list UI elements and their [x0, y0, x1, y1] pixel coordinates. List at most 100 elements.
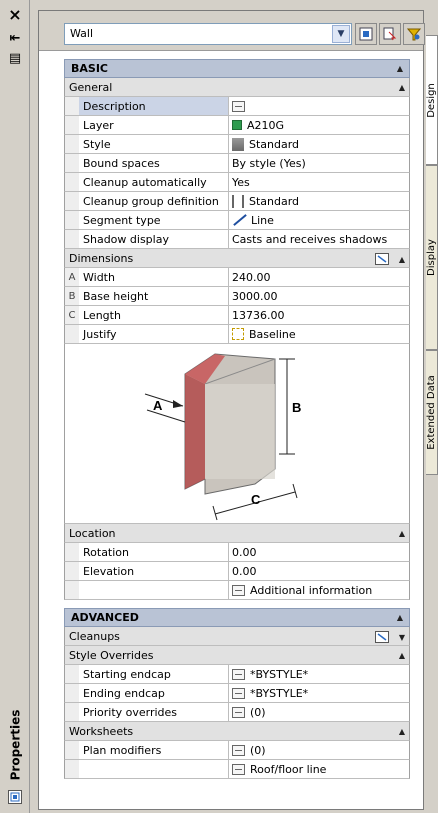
- endcap-icon: [232, 668, 245, 680]
- category-general[interactable]: General ▲: [64, 78, 410, 97]
- property-value[interactable]: 240.00: [229, 268, 409, 286]
- property-name: Plan modifiers: [79, 741, 229, 759]
- row-shadow-display[interactable]: Shadow display Casts and receives shadow…: [64, 230, 410, 249]
- row-rotation[interactable]: Rotation 0.00: [64, 543, 410, 562]
- property-value[interactable]: 0.00: [229, 543, 409, 561]
- property-name: Ending endcap: [79, 684, 229, 702]
- row-elevation[interactable]: Elevation 0.00: [64, 562, 410, 581]
- row-layer[interactable]: Layer A210G: [64, 116, 410, 135]
- row-bound-spaces[interactable]: Bound spaces By style (Yes): [64, 154, 410, 173]
- property-value[interactable]: Casts and receives shadows: [229, 230, 409, 248]
- doc-icon[interactable]: [232, 100, 245, 112]
- doc-icon[interactable]: [232, 584, 245, 596]
- palette-title: Properties: [8, 709, 23, 781]
- category-cleanups[interactable]: Cleanups ▼: [64, 627, 410, 646]
- property-name: Length: [79, 306, 229, 324]
- auto-hide-icon[interactable]: ⇤: [6, 30, 24, 46]
- category-style-overrides[interactable]: Style Overrides ▲: [64, 646, 410, 665]
- object-type-value: Wall: [70, 27, 94, 40]
- dimension-key: C: [65, 306, 79, 324]
- collapse-icon[interactable]: ▲: [399, 255, 405, 264]
- property-name: Priority overrides: [79, 703, 229, 721]
- collapse-icon[interactable]: ▲: [399, 727, 405, 736]
- row-cleanup-automatically[interactable]: Cleanup automatically Yes: [64, 173, 410, 192]
- row-justify[interactable]: Justify Baseline: [64, 325, 410, 344]
- collapse-icon[interactable]: ▲: [397, 64, 403, 73]
- property-value[interactable]: *BYSTYLE*: [229, 665, 409, 683]
- property-name: Starting endcap: [79, 665, 229, 683]
- collapse-icon[interactable]: ▲: [399, 529, 405, 538]
- row-style[interactable]: Style Standard: [64, 135, 410, 154]
- property-value[interactable]: 3000.00: [229, 287, 409, 305]
- quick-select-button[interactable]: [403, 23, 425, 45]
- property-value[interactable]: Additional information: [229, 581, 409, 599]
- tab-design[interactable]: Design: [426, 35, 438, 165]
- row-segment-type[interactable]: Segment type Line: [64, 211, 410, 230]
- property-value[interactable]: By style (Yes): [229, 154, 409, 172]
- wall-dimension-diagram: A B C: [64, 344, 410, 524]
- dimension-key: B: [65, 287, 79, 305]
- property-name: Elevation: [79, 562, 229, 580]
- category-location[interactable]: Location ▲: [64, 524, 410, 543]
- expand-icon[interactable]: ▼: [399, 633, 405, 642]
- pickadd-icon: [359, 27, 373, 41]
- property-value[interactable]: (0): [229, 703, 409, 721]
- property-value[interactable]: A210G: [229, 116, 409, 134]
- close-icon[interactable]: ×: [6, 5, 24, 24]
- row-plan-modifiers[interactable]: Plan modifiers (0): [64, 741, 410, 760]
- layer-color-icon: [232, 120, 242, 130]
- select-objects-button[interactable]: [379, 23, 401, 45]
- property-value[interactable]: Standard: [229, 135, 409, 153]
- property-name: Shadow display: [79, 230, 229, 248]
- row-additional-information[interactable]: Additional information: [64, 581, 410, 600]
- collapse-icon[interactable]: ▲: [397, 613, 403, 622]
- row-ending-endcap[interactable]: Ending endcap *BYSTYLE*: [64, 684, 410, 703]
- row-cleanup-group-definition[interactable]: Cleanup group definition Standard: [64, 192, 410, 211]
- doc-icon[interactable]: [232, 744, 245, 756]
- row-base-height[interactable]: B Base height 3000.00: [64, 287, 410, 306]
- collapse-icon[interactable]: ▲: [399, 651, 405, 660]
- property-value[interactable]: [229, 97, 409, 115]
- property-value[interactable]: 0.00: [229, 562, 409, 580]
- category-dimensions[interactable]: Dimensions ▲: [64, 249, 410, 268]
- quick-select-icon[interactable]: [8, 790, 22, 804]
- doc-icon[interactable]: [232, 763, 245, 775]
- category-worksheets-title: Worksheets: [69, 724, 134, 738]
- doc-icon[interactable]: [232, 706, 245, 718]
- property-value[interactable]: Standard: [229, 192, 409, 210]
- row-description[interactable]: Description: [64, 97, 410, 116]
- section-advanced[interactable]: ADVANCED ▲: [64, 608, 410, 627]
- property-value[interactable]: *BYSTYLE*: [229, 684, 409, 702]
- toggle-pickadd-button[interactable]: [355, 23, 377, 45]
- row-length[interactable]: C Length 13736.00: [64, 306, 410, 325]
- property-name: Rotation: [79, 543, 229, 561]
- tab-display[interactable]: Display: [426, 165, 438, 350]
- property-name: Description: [79, 97, 229, 115]
- property-value[interactable]: Yes: [229, 173, 409, 191]
- property-grid: BASIC ▲ General ▲ Description Layer A210…: [64, 59, 410, 779]
- cleanup-edit-icon[interactable]: [375, 630, 390, 643]
- property-value[interactable]: Baseline: [229, 325, 409, 343]
- dimension-edit-icon[interactable]: [375, 252, 390, 265]
- row-starting-endcap[interactable]: Starting endcap *BYSTYLE*: [64, 665, 410, 684]
- property-value[interactable]: Line: [229, 211, 409, 229]
- property-value[interactable]: 13736.00: [229, 306, 409, 324]
- category-worksheets[interactable]: Worksheets ▲: [64, 722, 410, 741]
- property-value[interactable]: (0): [229, 741, 409, 759]
- wall-style-icon: [232, 137, 244, 151]
- section-basic[interactable]: BASIC ▲: [64, 59, 410, 78]
- row-roof-floor-line[interactable]: Roof/floor line: [64, 760, 410, 779]
- category-general-title: General: [69, 80, 113, 94]
- property-value[interactable]: Roof/floor line: [229, 760, 409, 778]
- line-segment-icon: [232, 214, 246, 226]
- collapse-icon[interactable]: ▲: [399, 83, 405, 92]
- object-type-select[interactable]: Wall ▼: [64, 23, 352, 45]
- section-advanced-title: ADVANCED: [71, 611, 139, 624]
- palette-menu-icon[interactable]: ▤: [6, 50, 24, 66]
- row-width[interactable]: A Width 240.00: [64, 268, 410, 287]
- row-priority-overrides[interactable]: Priority overrides (0): [64, 703, 410, 722]
- select-objects-icon: [383, 27, 397, 41]
- tab-extended-data[interactable]: Extended Data: [426, 350, 438, 475]
- chevron-down-icon[interactable]: ▼: [332, 25, 350, 43]
- property-name: Justify: [79, 325, 229, 343]
